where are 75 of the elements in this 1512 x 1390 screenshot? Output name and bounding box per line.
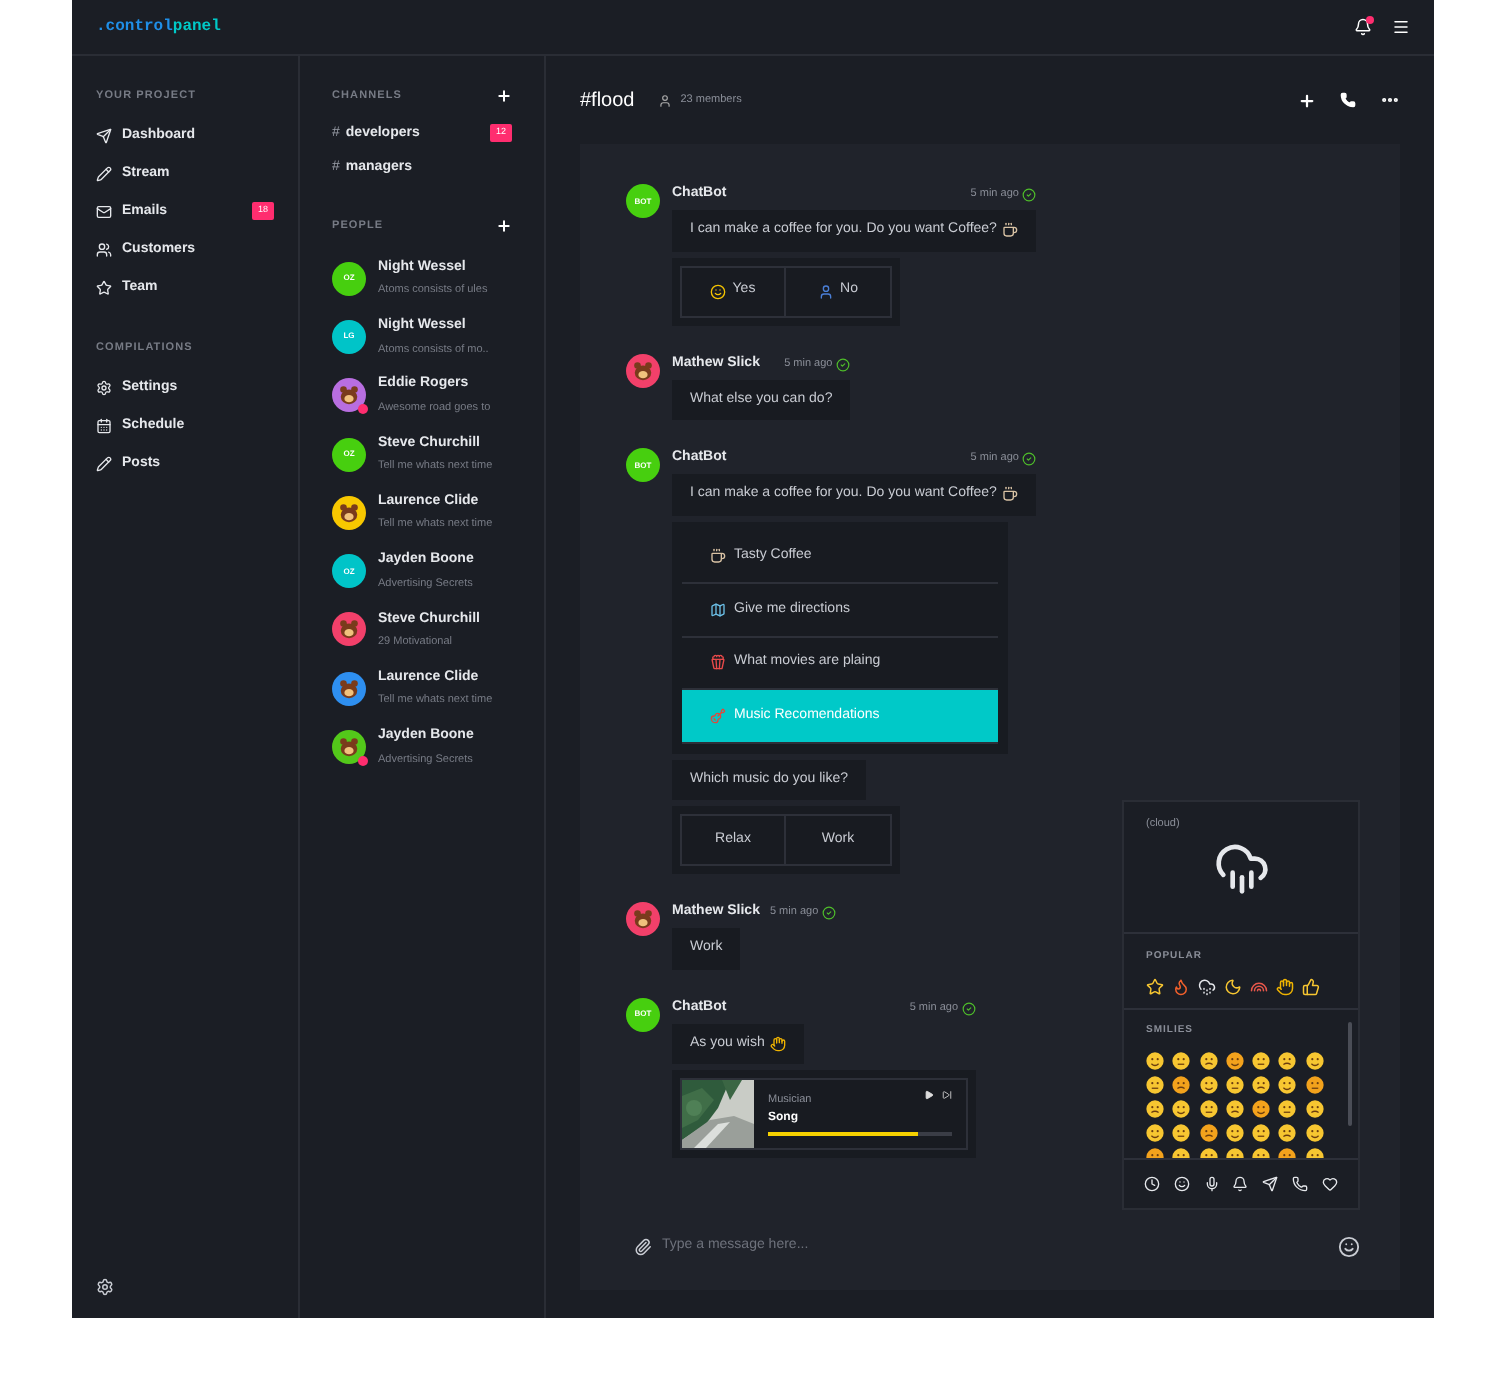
smiley-icon[interactable] <box>1278 1051 1297 1069</box>
guitar-icon <box>710 707 726 724</box>
smiley-icon[interactable] <box>1225 1123 1244 1141</box>
smiley-icon[interactable] <box>1225 1075 1244 1093</box>
smiley-icon[interactable] <box>1146 1075 1164 1093</box>
smiley-icon[interactable] <box>1305 1075 1324 1093</box>
smiley-icon[interactable] <box>1252 1075 1271 1093</box>
bell-icon[interactable] <box>1354 18 1372 36</box>
smiley-icon[interactable] <box>1278 1075 1297 1093</box>
smiley-icon[interactable] <box>1199 1051 1218 1069</box>
add-icon[interactable] <box>496 88 512 105</box>
coffee-icon <box>710 548 726 565</box>
thumbs-up-icon[interactable] <box>1302 977 1320 995</box>
hand-icon <box>770 1035 787 1052</box>
smiley-icon[interactable] <box>1146 1099 1164 1117</box>
smiley-icon[interactable] <box>1252 1123 1271 1141</box>
smiley-icon[interactable] <box>1146 1051 1164 1069</box>
coffee-icon <box>1002 486 1019 503</box>
clock-icon[interactable] <box>1144 1176 1160 1192</box>
settings-icon[interactable] <box>96 1278 114 1296</box>
flame-icon[interactable] <box>1172 977 1190 995</box>
calendar-icon <box>96 418 112 434</box>
rain-cloud-icon[interactable] <box>1198 977 1216 995</box>
person-icon <box>818 283 835 299</box>
smile-icon <box>710 283 727 299</box>
pencil-icon <box>96 165 112 182</box>
heart-icon[interactable] <box>1321 1176 1338 1192</box>
smiley-icon[interactable] <box>1172 1123 1191 1141</box>
users-icon <box>96 241 112 258</box>
moon-icon[interactable] <box>1224 977 1242 995</box>
smiley-icon[interactable] <box>1278 1099 1297 1117</box>
smiley-icon[interactable] <box>1172 1051 1191 1069</box>
send-icon <box>96 127 112 144</box>
smiley-icon[interactable] <box>1305 1099 1324 1117</box>
smiley-icon[interactable] <box>1252 1099 1271 1117</box>
play-icon[interactable] <box>924 1090 934 1100</box>
map-icon <box>710 601 726 618</box>
add-icon[interactable] <box>1298 91 1316 109</box>
rainbow-icon[interactable] <box>1250 977 1268 995</box>
logo-text: .control <box>96 15 173 39</box>
smiley-icon[interactable] <box>1146 1123 1164 1141</box>
phone-icon[interactable] <box>1292 1176 1309 1192</box>
menu-icon[interactable] <box>1392 18 1410 36</box>
send-icon[interactable] <box>1262 1176 1279 1192</box>
members-icon <box>658 93 673 107</box>
rain-cloud-icon <box>1213 840 1269 897</box>
smile-icon[interactable] <box>1338 1235 1360 1257</box>
smile-icon[interactable] <box>1173 1176 1190 1192</box>
coffee-icon <box>1002 222 1019 239</box>
smiley-icon[interactable] <box>1252 1051 1271 1069</box>
smiley-icon[interactable] <box>1172 1099 1191 1117</box>
hand-icon[interactable] <box>1276 977 1294 995</box>
pencil-icon <box>96 456 112 472</box>
popcorn-icon <box>710 654 726 671</box>
smiley-icon[interactable] <box>1278 1123 1297 1141</box>
logo-text: panel <box>172 15 221 39</box>
mail-icon <box>96 203 112 220</box>
skip-icon[interactable] <box>942 1090 952 1100</box>
scrollbar[interactable] <box>1348 1022 1352 1126</box>
star-icon <box>96 279 112 296</box>
smiley-icon[interactable] <box>1199 1099 1218 1117</box>
add-icon[interactable] <box>496 218 512 235</box>
paperclip-icon[interactable] <box>634 1237 652 1255</box>
smiley-icon[interactable] <box>1199 1123 1218 1141</box>
settings-icon <box>96 380 112 396</box>
smiley-icon[interactable] <box>1199 1075 1218 1093</box>
smiley-icon[interactable] <box>1225 1099 1244 1117</box>
channel-title: #flood <box>580 87 635 115</box>
smiley-icon[interactable] <box>1305 1123 1324 1141</box>
star-icon[interactable] <box>1146 977 1164 995</box>
smiley-icon[interactable] <box>1305 1051 1324 1069</box>
smiley-icon[interactable] <box>1172 1075 1191 1093</box>
mic-icon[interactable] <box>1203 1176 1220 1192</box>
smiley-icon[interactable] <box>1225 1051 1244 1069</box>
bell-icon[interactable] <box>1232 1176 1249 1192</box>
